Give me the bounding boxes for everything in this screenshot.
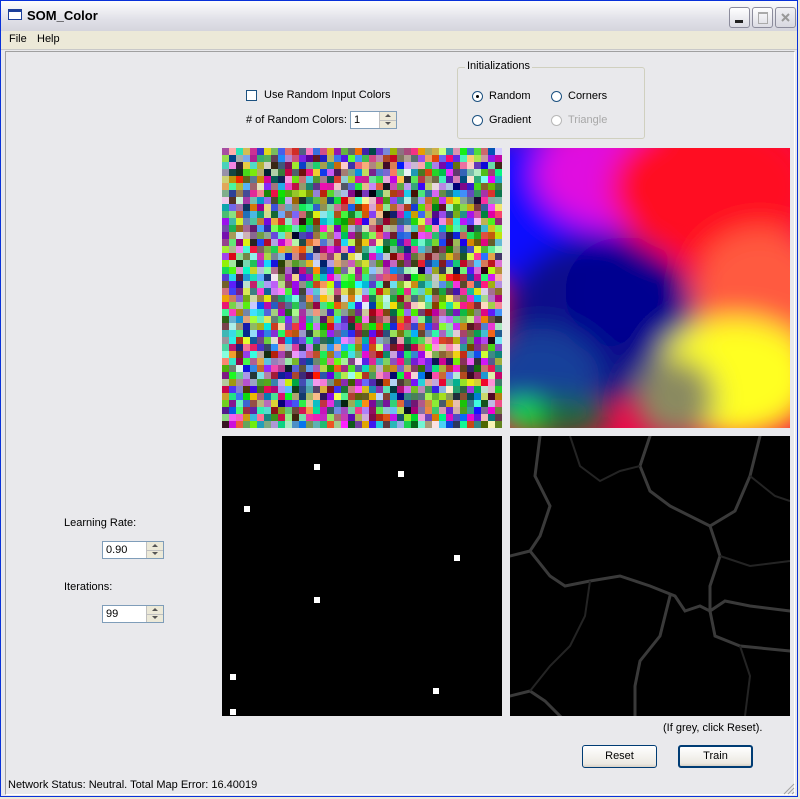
winner-nodes-panel [222, 436, 502, 716]
window-icon [8, 9, 22, 20]
num-random-colors-value: 1 [354, 114, 361, 126]
status-bar-text: Network Status: Neutral. Total Map Error… [8, 779, 258, 791]
close-icon [781, 13, 790, 22]
input-colors-panel [222, 148, 502, 428]
num-random-colors-spinner[interactable]: 1 [350, 111, 397, 129]
winner-node-markers [222, 436, 502, 716]
minimize-icon [730, 8, 749, 27]
reset-button[interactable]: Reset [582, 745, 657, 768]
iterations-label: Iterations: [64, 581, 113, 593]
radio-gradient-label: Gradient [489, 114, 532, 126]
window-title: SOM_Color [27, 8, 98, 23]
use-random-colors-label: Use Random Input Colors [264, 89, 391, 101]
num-random-colors-label: # of Random Colors: [246, 114, 347, 126]
winner-node-marker [433, 688, 439, 694]
distance-map [510, 436, 790, 716]
self-organized-color-map [510, 148, 790, 428]
spin-down-icon[interactable] [147, 614, 163, 622]
winner-node-marker [398, 471, 404, 477]
radio-corners-label: Corners [568, 90, 608, 102]
winner-node-marker [314, 464, 320, 470]
app-window: SOM_Color File Help Use Random Input Col… [0, 0, 798, 797]
initializations-caption: Initializations [465, 60, 532, 72]
distance-map-panel [510, 436, 790, 716]
radio-corners[interactable] [551, 91, 562, 102]
radio-triangle [551, 115, 562, 126]
train-button[interactable]: Train [678, 745, 753, 768]
initializations-group: Initializations Random Corners Gradient … [457, 60, 645, 139]
menu-bar: File Help [1, 31, 797, 50]
maximize-icon [753, 8, 772, 27]
menu-help[interactable]: Help [37, 33, 60, 45]
use-random-colors-checkbox[interactable] [246, 90, 257, 101]
maximize-button[interactable] [752, 7, 773, 28]
winner-node-marker [230, 674, 236, 680]
reset-hint: (If grey, click Reset). [663, 722, 763, 734]
som-map-panel [510, 148, 790, 428]
radio-random-label: Random [489, 90, 531, 102]
menu-file[interactable]: File [9, 33, 27, 45]
winner-node-marker [454, 555, 460, 561]
learning-rate-value: 0.90 [106, 544, 128, 556]
radio-triangle-label: Triangle [568, 114, 608, 126]
random-color-grid [222, 148, 502, 428]
learning-rate-spinner[interactable]: 0.90 [102, 541, 164, 559]
learning-rate-label: Learning Rate: [64, 517, 137, 529]
spin-down-icon[interactable] [147, 550, 163, 558]
iterations-spinner[interactable]: 99 [102, 605, 164, 623]
winner-node-marker [230, 709, 236, 715]
minimize-button[interactable] [729, 7, 750, 28]
winner-node-marker [244, 506, 250, 512]
client-area: Use Random Input Colors # of Random Colo… [5, 51, 795, 795]
resize-grip-icon[interactable] [781, 781, 795, 795]
title-bar[interactable]: SOM_Color [1, 1, 797, 32]
iterations-value: 99 [106, 608, 119, 620]
winner-node-marker [314, 597, 320, 603]
radio-gradient[interactable] [472, 115, 483, 126]
radio-random[interactable] [472, 91, 483, 102]
close-button[interactable] [775, 7, 796, 28]
spin-down-icon[interactable] [380, 120, 396, 128]
